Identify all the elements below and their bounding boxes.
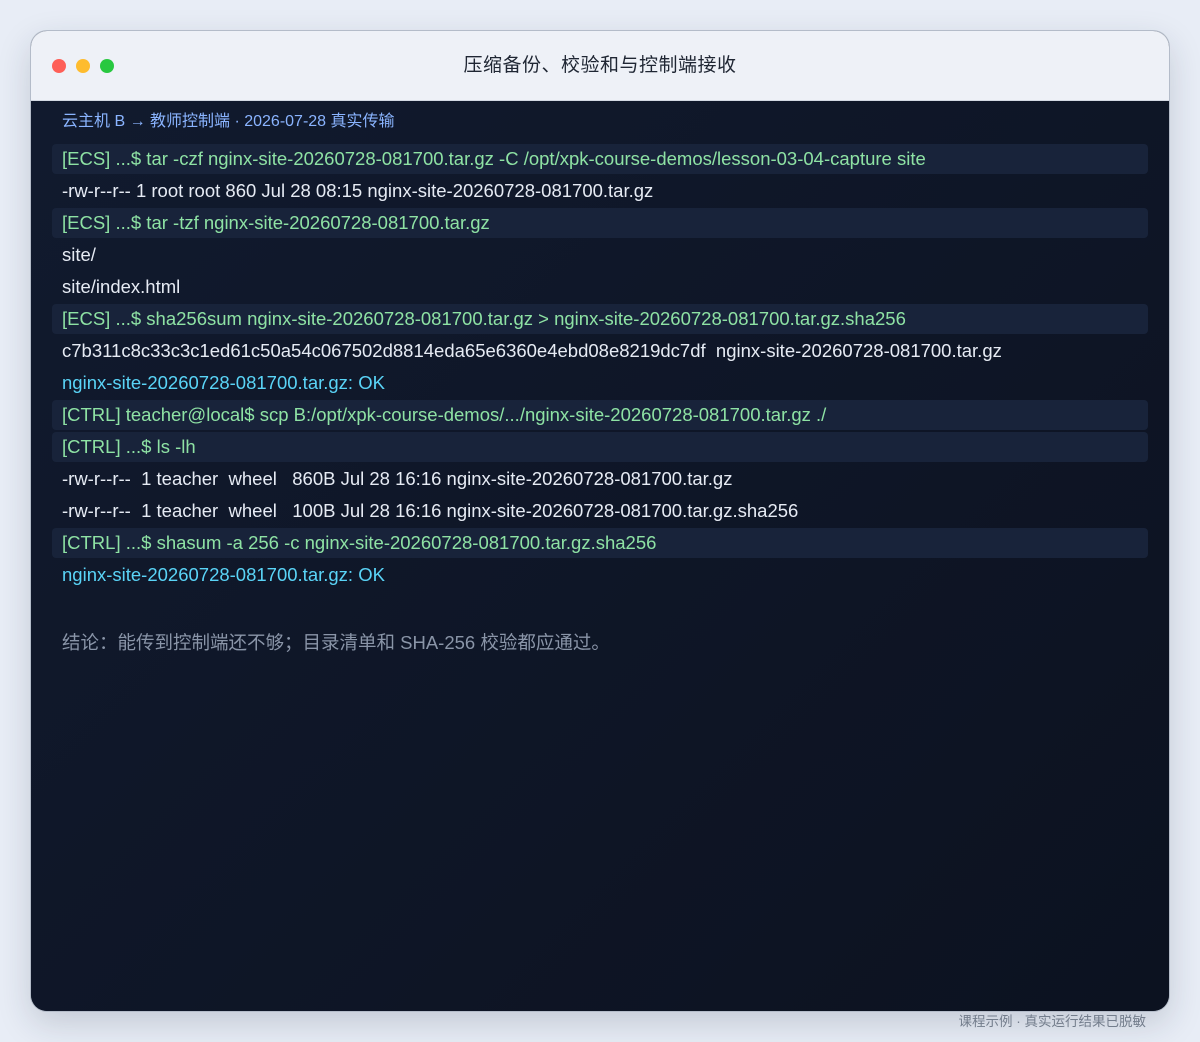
conclusion-text: 结论：能传到控制端还不够；目录清单和 SHA-256 校验都应通过。	[62, 632, 610, 653]
terminal-lines: [ECS] ...$ tar -czf nginx-site-20260728-…	[52, 144, 1148, 592]
command-line: [ECS] ...$ sha256sum nginx-site-20260728…	[52, 304, 1148, 334]
window-title: 压缩备份、校验和与控制端接收	[463, 55, 737, 76]
output-line: c7b311c8c33c3c1ed61c50a54c067502d8814eda…	[62, 340, 1002, 361]
command-line: [ECS] ...$ tar -czf nginx-site-20260728-…	[52, 144, 1148, 174]
output-line: -rw-r--r-- 1 root root 860 Jul 28 08:15 …	[62, 180, 654, 201]
command-line: [ECS] ...$ tar -tzf nginx-site-20260728-…	[52, 208, 1148, 238]
output-line: -rw-r--r-- 1 teacher wheel 100B Jul 28 1…	[62, 500, 799, 521]
command-line: [CTRL] ...$ shasum -a 256 -c nginx-site-…	[52, 528, 1148, 558]
ok-line: nginx-site-20260728-081700.tar.gz: OK	[62, 564, 385, 585]
title-bar: 压缩备份、校验和与控制端接收	[31, 31, 1169, 101]
session-banner: 云主机 B → 教师控制端 · 2026-07-28 真实传输	[62, 113, 395, 130]
footer-caption: 课程示例 · 真实运行结果已脱敏	[958, 1014, 1147, 1029]
output-line: -rw-r--r-- 1 teacher wheel 860B Jul 28 1…	[62, 468, 733, 489]
command-line: [CTRL] ...$ ls -lh	[52, 432, 1148, 462]
terminal-window: 压缩备份、校验和与控制端接收 云主机 B → 教师控制端 · 2026-07-2…	[31, 31, 1169, 1011]
ok-line: nginx-site-20260728-081700.tar.gz: OK	[62, 372, 385, 393]
command-line: [CTRL] teacher@local$ scp B:/opt/xpk-cou…	[52, 400, 1148, 430]
output-line: site/index.html	[62, 276, 181, 297]
output-line: site/	[62, 244, 96, 265]
terminal-content[interactable]: 云主机 B → 教师控制端 · 2026-07-28 真实传输 [ECS] ..…	[31, 101, 1169, 1011]
